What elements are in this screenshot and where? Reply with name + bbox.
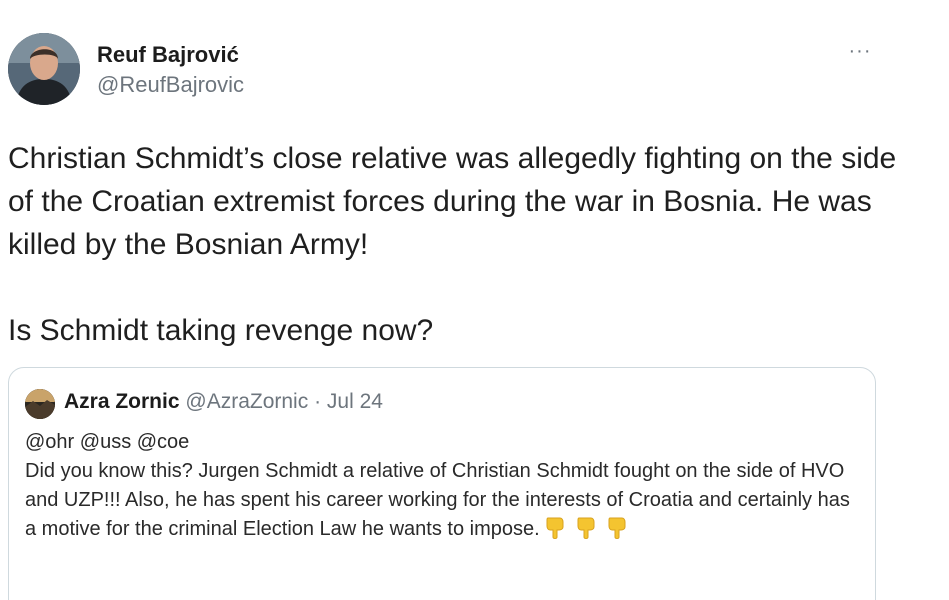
quoted-author-avatar[interactable]	[25, 389, 55, 419]
quoted-text-block: Did you know this? Jurgen Schmidt a rela…	[25, 457, 865, 544]
author-avatar[interactable]	[8, 33, 80, 105]
quoted-tweet-header: Azra Zornic @AzraZornic · Jul 24	[64, 390, 383, 414]
quoted-text: Did you know this? Jurgen Schmidt a rela…	[25, 460, 850, 540]
author-handle[interactable]: @ReufBajrovic	[97, 72, 244, 98]
tweet-paragraph: Christian Schmidt’s close relative was a…	[8, 142, 897, 261]
author-display-name[interactable]: Reuf Bajrović	[97, 42, 239, 68]
quoted-tweet-date[interactable]: Jul 24	[327, 390, 383, 413]
quoted-author-name[interactable]: Azra Zornic	[64, 390, 180, 413]
quoted-author-handle[interactable]: @AzraZornic	[185, 390, 308, 413]
pointing-down-hand-icon	[545, 516, 565, 540]
landscape-photo-icon	[25, 389, 55, 419]
person-photo-icon	[8, 33, 80, 105]
quoted-tweet-text: @ohr @uss @coe Did you know this? Jurgen…	[25, 428, 865, 544]
pointing-down-hand-icon	[576, 516, 596, 540]
header-separator: ·	[314, 390, 322, 413]
tweet-paragraph: Is Schmidt taking revenge now?	[8, 314, 434, 347]
more-options-icon[interactable]: ···	[840, 38, 880, 64]
tweet-card: Reuf Bajrović @ReufBajrovic ··· Christia…	[0, 0, 949, 600]
quoted-mentions[interactable]: @ohr @uss @coe	[25, 428, 865, 457]
pointing-down-hand-icon	[607, 516, 627, 540]
quoted-tweet[interactable]: Azra Zornic @AzraZornic · Jul 24 @ohr @u…	[8, 367, 876, 600]
tweet-text: Christian Schmidt’s close relative was a…	[8, 137, 908, 352]
